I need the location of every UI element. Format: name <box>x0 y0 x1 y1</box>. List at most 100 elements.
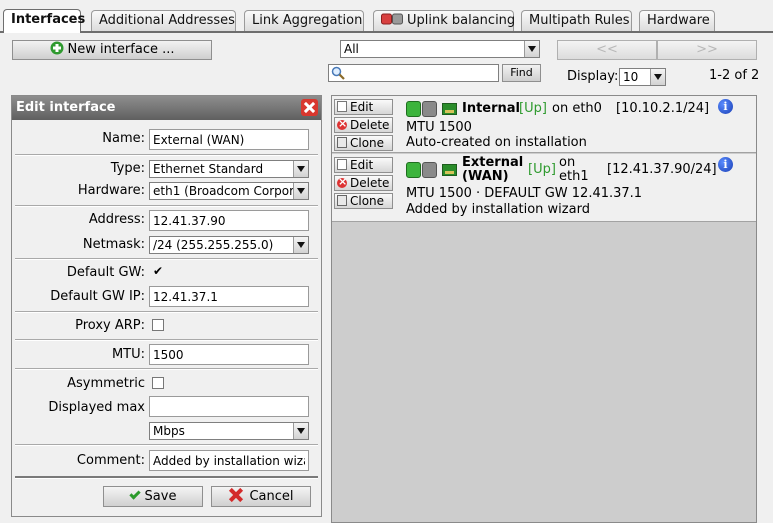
interface-row-external[interactable]: Edit Delete Clone External (WAN) [Up] on… <box>332 154 756 222</box>
find-button[interactable]: Find <box>502 64 541 82</box>
address-field[interactable] <box>149 210 309 231</box>
edit-label: Edit <box>350 100 374 114</box>
cross-icon <box>228 487 244 503</box>
info-icon[interactable]: i <box>718 157 733 172</box>
interface-comment: Added by installation wizard <box>406 202 590 217</box>
interface-device-prefix: on <box>559 155 576 170</box>
cancel-label: Cancel <box>249 489 294 504</box>
tab-uplink-balancing[interactable]: Uplink balancing <box>373 10 515 31</box>
default-gw-ip-label: Default GW IP: <box>50 289 145 304</box>
plus-icon <box>50 41 64 55</box>
interface-device: on eth0 <box>552 101 602 116</box>
clone-label: Clone <box>350 194 385 208</box>
default-gw-checkbox[interactable]: ✔ <box>152 265 164 278</box>
clone-icon <box>337 137 347 148</box>
proxy-arp-label: Proxy ARP: <box>75 318 145 333</box>
displayed-max-label: Displayed max <box>48 400 145 415</box>
edit-interface-panel: Edit interface Name: Type: Ethernet Stan… <box>11 95 322 517</box>
tab-hardware[interactable]: Hardware <box>639 10 715 31</box>
divider <box>15 339 318 341</box>
status-badge: [Up] <box>528 162 556 177</box>
mtu-label: MTU: <box>111 347 145 362</box>
page-size-select[interactable]: 10 <box>619 68 666 86</box>
delete-icon <box>337 175 347 189</box>
interface-name-suffix: (WAN) <box>462 169 509 184</box>
save-button[interactable]: Save <box>103 486 203 507</box>
uplink-balancing-icon <box>381 12 403 25</box>
delete-button[interactable]: Delete <box>334 175 393 191</box>
status-badge: [Up] <box>519 101 547 116</box>
asymmetric-label: Asymmetric <box>67 376 145 391</box>
divider <box>15 368 318 370</box>
edit-panel-title: Edit interface <box>16 100 116 115</box>
chevron-down-icon <box>650 69 665 85</box>
link-status-icon <box>406 162 437 178</box>
interface-list: Edit Delete Clone Internal [Up] on eth0 … <box>331 95 757 523</box>
asymmetric-checkbox[interactable] <box>152 377 164 389</box>
netmask-value: /24 (255.255.255.0) <box>153 238 274 252</box>
checkmark-icon <box>128 488 141 500</box>
delete-button[interactable]: Delete <box>334 117 393 133</box>
mtu-field[interactable] <box>149 344 309 365</box>
chevron-down-icon <box>293 237 308 253</box>
clone-button[interactable]: Clone <box>334 135 393 151</box>
clone-button[interactable]: Clone <box>334 193 393 209</box>
interface-address: [10.10.2.1/24] <box>616 101 710 116</box>
netmask-select[interactable]: /24 (255.255.255.0) <box>149 236 309 254</box>
address-label: Address: <box>88 212 145 227</box>
divider <box>15 311 318 313</box>
cancel-button[interactable]: Cancel <box>211 486 311 507</box>
chevron-down-icon <box>524 41 539 57</box>
range-text: 1-2 of 2 <box>709 68 760 83</box>
tab-bar: Interfaces Additional Addresses Link Agg… <box>0 0 773 33</box>
tab-label: Interfaces <box>11 12 86 27</box>
interface-device: eth1 <box>559 169 589 184</box>
default-gw-ip-field[interactable] <box>149 286 309 307</box>
unit-value: Mbps <box>153 424 185 438</box>
tab-multipath-rules[interactable]: Multipath Rules <box>521 10 632 31</box>
comment-field[interactable] <box>149 450 309 471</box>
chevron-down-icon <box>293 183 308 199</box>
tab-interfaces[interactable]: Interfaces <box>3 9 85 33</box>
new-interface-button[interactable]: New interface ... <box>12 40 212 60</box>
chevron-down-icon <box>293 423 308 439</box>
divider <box>15 476 318 479</box>
prev-page-button[interactable]: << <box>557 40 657 60</box>
edit-button[interactable]: Edit <box>334 99 393 115</box>
interface-address: [12.41.37.90/24] <box>607 162 717 177</box>
search-icon <box>331 66 345 80</box>
tab-additional-addresses[interactable]: Additional Addresses <box>91 10 236 31</box>
close-icon[interactable] <box>301 99 318 116</box>
unit-select[interactable]: Mbps <box>149 422 309 440</box>
divider <box>15 258 318 260</box>
interface-comment: Auto-created on installation <box>406 135 587 150</box>
displayed-max-field[interactable] <box>149 396 309 417</box>
divider <box>15 154 318 156</box>
type-select[interactable]: Ethernet Standard <box>149 160 309 178</box>
search-input[interactable] <box>328 64 499 82</box>
save-label: Save <box>144 489 177 504</box>
edit-button[interactable]: Edit <box>334 157 393 173</box>
tab-label: Link Aggregation <box>252 13 363 28</box>
interface-row-internal[interactable]: Edit Delete Clone Internal [Up] on eth0 … <box>332 96 756 153</box>
name-label: Name: <box>102 131 145 146</box>
tab-label: Additional Addresses <box>99 13 235 28</box>
network-card-icon <box>442 103 457 115</box>
divider <box>15 444 318 446</box>
edit-icon <box>337 101 347 112</box>
proxy-arp-checkbox[interactable] <box>152 319 164 331</box>
network-card-icon <box>442 164 457 176</box>
interface-mtu: MTU 1500 · DEFAULT GW 12.41.37.1 <box>406 186 643 201</box>
prev-label: << <box>596 42 618 57</box>
next-page-button[interactable]: >> <box>657 40 757 60</box>
clone-label: Clone <box>350 136 385 150</box>
filter-value: All <box>344 42 359 56</box>
tab-link-aggregation[interactable]: Link Aggregation <box>244 10 364 31</box>
filter-select[interactable]: All <box>340 40 540 58</box>
name-field[interactable] <box>149 129 309 150</box>
hardware-select[interactable]: eth1 (Broadcom Corporat <box>149 182 309 200</box>
hardware-value: eth1 (Broadcom Corporat <box>153 184 307 198</box>
info-icon[interactable]: i <box>718 99 733 114</box>
interface-name: External <box>462 155 524 170</box>
interface-name: Internal <box>462 101 521 116</box>
